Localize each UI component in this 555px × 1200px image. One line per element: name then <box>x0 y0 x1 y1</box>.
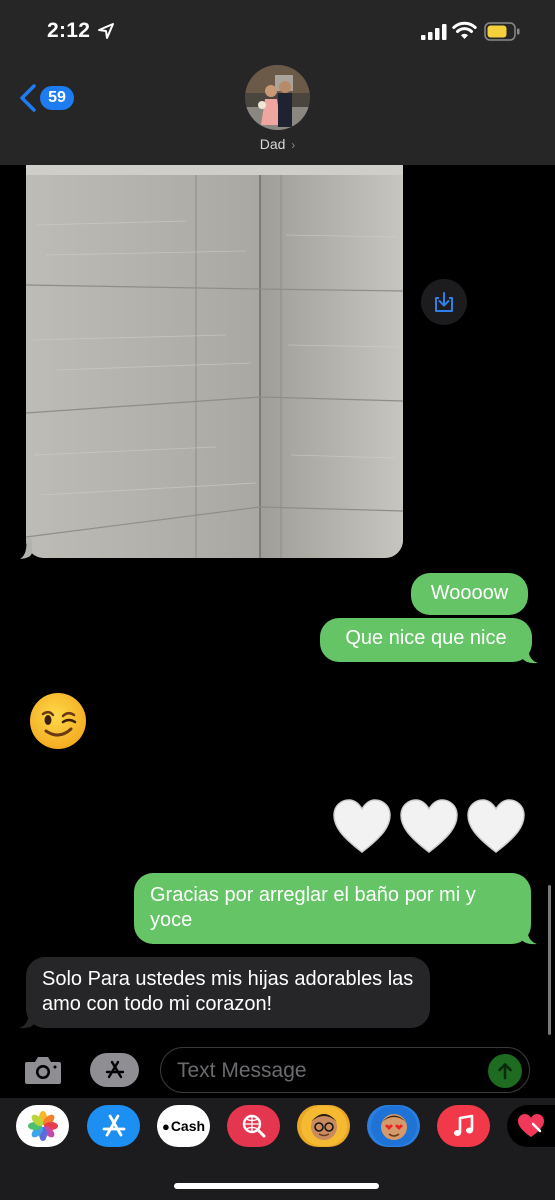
memoji-icon <box>300 1106 347 1146</box>
chevron-right-icon: › <box>291 138 296 152</box>
contact-name[interactable]: Dad › <box>0 136 555 152</box>
heart-touch-icon <box>518 1114 544 1137</box>
cash-label: Cash <box>170 1118 206 1134</box>
cellular-signal-icon <box>421 24 447 40</box>
apple-logo-icon: ● <box>161 1118 170 1134</box>
wifi-icon <box>452 21 477 39</box>
status-time: 2:12 <box>47 19 91 42</box>
apps-button[interactable] <box>90 1053 139 1087</box>
incoming-bubble-tail <box>20 538 32 559</box>
app-store-button[interactable] <box>87 1105 140 1147</box>
outgoing-bubble-tail <box>521 927 537 945</box>
battery-icon <box>484 22 520 41</box>
white-hearts-emoji-message[interactable] <box>331 796 527 858</box>
message-input-placeholder: Text Message <box>177 1059 307 1082</box>
chevron-left-icon <box>20 84 36 112</box>
white-heart-emoji <box>467 799 525 853</box>
scrollbar[interactable] <box>548 885 551 1035</box>
camera-button[interactable] <box>23 1053 63 1087</box>
music-app-button[interactable] <box>437 1105 490 1147</box>
white-heart-emoji <box>400 799 458 853</box>
received-image-attachment[interactable] <box>26 165 403 558</box>
winking-face-emoji[interactable] <box>29 692 87 750</box>
avatar-photo <box>245 65 310 130</box>
outgoing-message[interactable]: Woooow <box>411 573 528 615</box>
home-indicator[interactable] <box>174 1183 379 1189</box>
white-heart-emoji <box>333 799 391 853</box>
location-arrow-icon <box>98 23 114 39</box>
conversation-header: 2:12 59 Dad › <box>0 0 555 165</box>
shower-tile-photo <box>26 165 403 558</box>
digital-touch-button[interactable] <box>507 1105 555 1147</box>
outgoing-message[interactable]: Gracias por arreglar el baño por mi y yo… <box>134 873 531 944</box>
photos-app-button[interactable] <box>16 1105 69 1147</box>
memoji-heart-eyes-icon <box>370 1106 417 1146</box>
animoji-button[interactable] <box>367 1105 420 1147</box>
outgoing-bubble-tail <box>522 646 538 664</box>
save-to-photos-button[interactable] <box>421 279 467 325</box>
app-store-icon <box>105 1060 124 1079</box>
message-input[interactable]: Text Message <box>160 1047 530 1093</box>
globe-search-icon <box>242 1114 265 1138</box>
unread-count-badge: 59 <box>40 86 74 110</box>
contact-avatar[interactable] <box>245 65 310 130</box>
download-icon <box>435 292 453 312</box>
app-store-icon <box>102 1114 125 1137</box>
memoji-stickers-button[interactable] <box>297 1105 350 1147</box>
images-search-button[interactable] <box>227 1105 280 1147</box>
apple-cash-button[interactable]: ● Cash <box>157 1105 210 1147</box>
incoming-bubble-tail <box>19 1011 35 1029</box>
send-button[interactable] <box>488 1054 522 1088</box>
arrow-up-icon <box>498 1063 512 1080</box>
back-button[interactable]: 59 <box>18 80 78 116</box>
contact-name-label: Dad <box>259 136 286 152</box>
photos-icon <box>27 1111 58 1141</box>
incoming-message[interactable]: Solo Para ustedes mis hijas adorables la… <box>26 957 430 1028</box>
music-note-icon <box>453 1114 473 1136</box>
outgoing-message[interactable]: Que nice que nice <box>320 618 532 662</box>
